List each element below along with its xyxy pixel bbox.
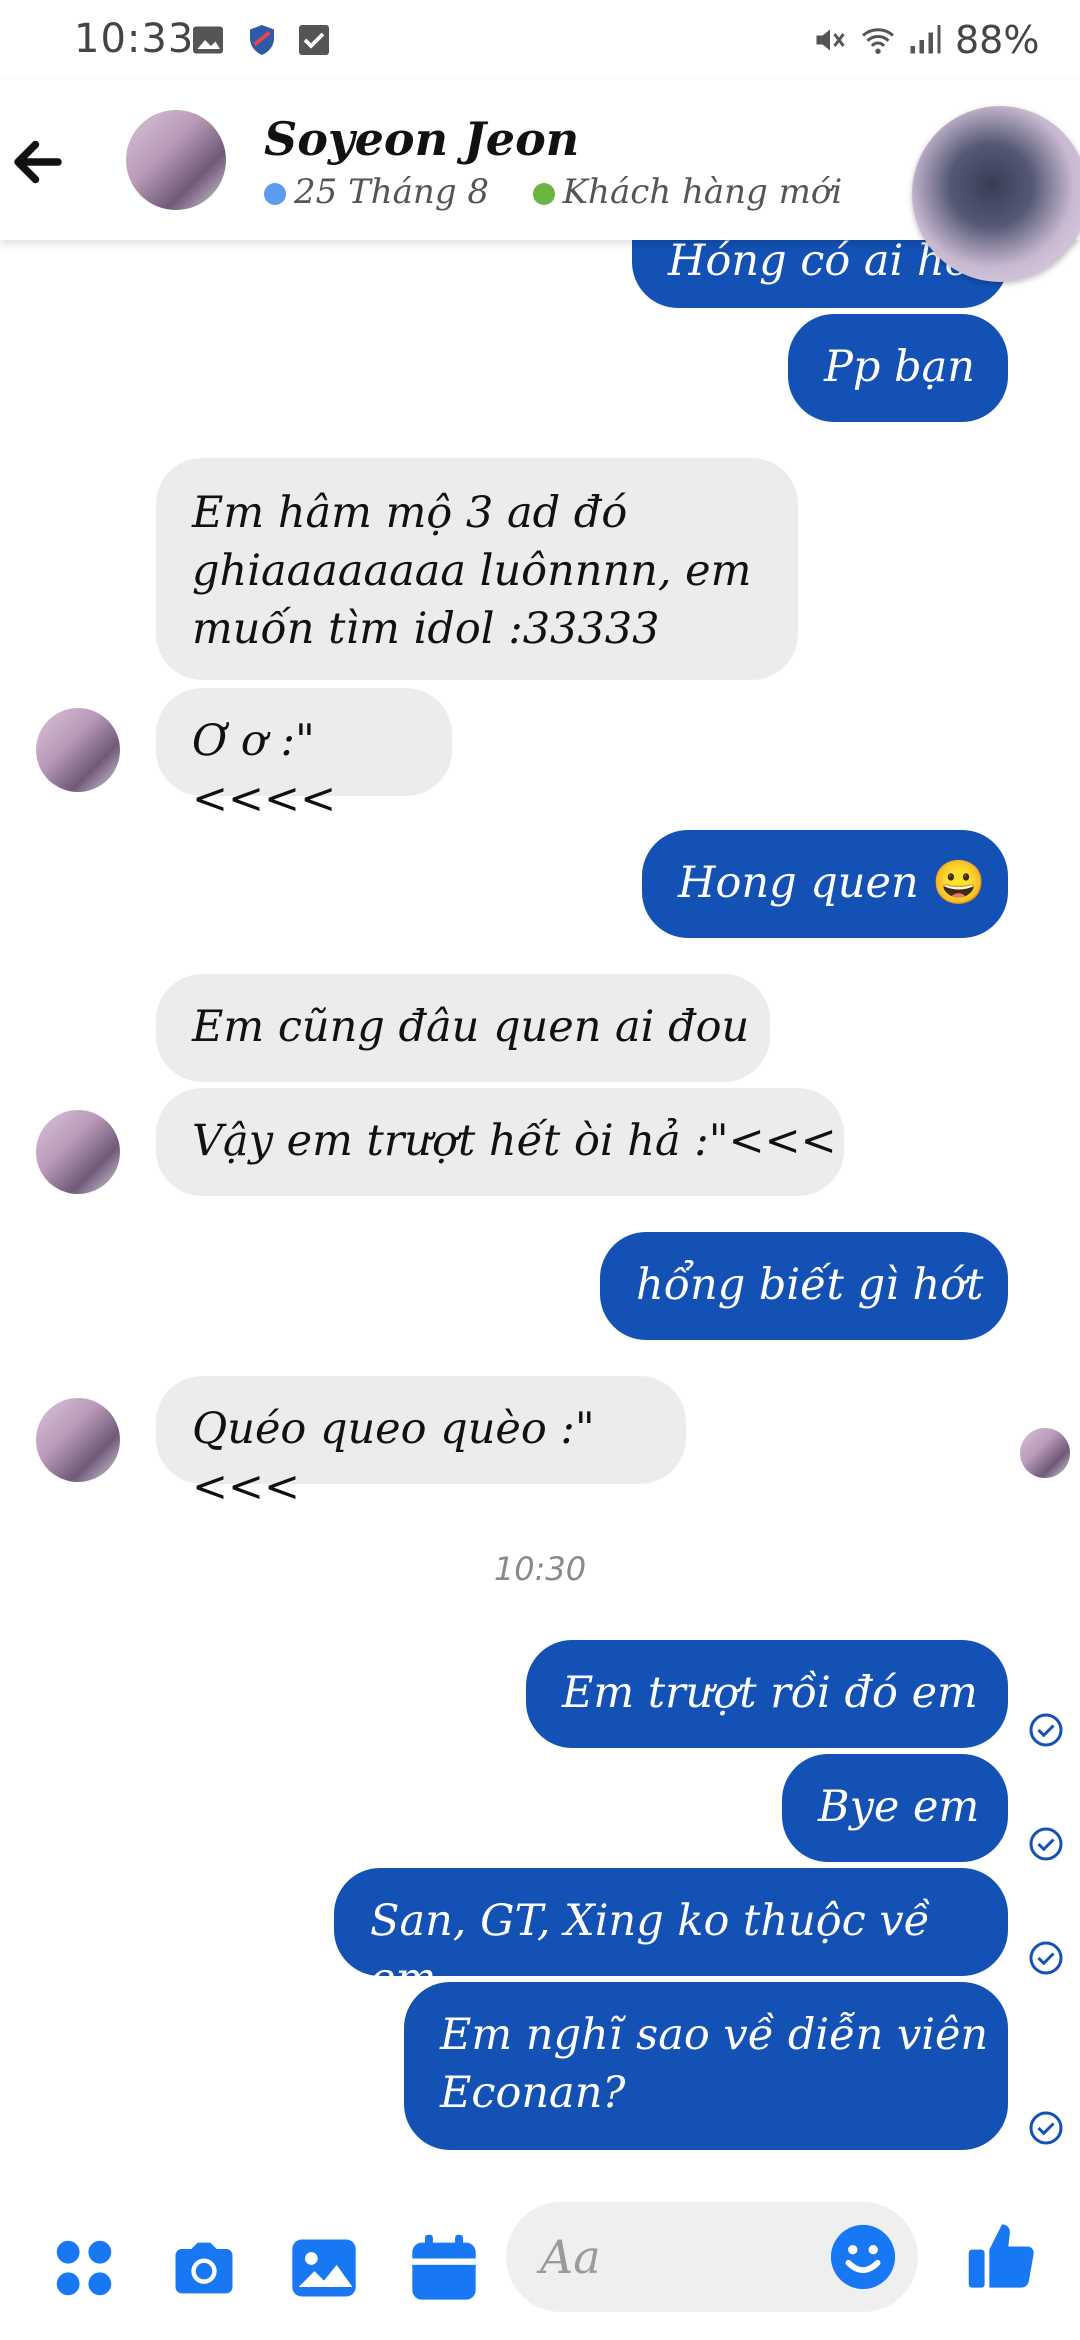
- delivered-check-icon: [1029, 1941, 1063, 1975]
- message-text: hổng biết gì hớt: [636, 1260, 984, 1310]
- message-text: Vậy em trượt hết òi hả :"<<<: [192, 1116, 837, 1166]
- message-text: Em cũng đâu quen ai đou: [192, 1002, 750, 1052]
- wifi-icon: [862, 28, 894, 54]
- contact-name[interactable]: Soyeon Jeon: [264, 112, 579, 166]
- smiley-emoji: 😀: [932, 858, 986, 908]
- message-bubble-outgoing[interactable]: Em nghĩ sao về diễn viên Econan?: [404, 1982, 1008, 2150]
- message-text: Em trượt rồi đó em: [562, 1668, 978, 1718]
- apps-menu-icon[interactable]: [46, 2230, 122, 2306]
- timestamp-separator: 10:30: [493, 1550, 587, 1588]
- contact-meta: 25 Tháng 8 Khách hàng mới: [264, 172, 842, 212]
- calendar-icon[interactable]: [406, 2230, 482, 2306]
- status-bar: 10:33 88%: [0, 0, 1080, 80]
- message-bubble-incoming[interactable]: Vậy em trượt hết òi hả :"<<<: [156, 1088, 844, 1196]
- delivered-check-icon: [1029, 2111, 1063, 2145]
- message-text: Ơ ơ :"<<<<: [192, 716, 337, 824]
- message-text-line: Econan?: [440, 2068, 626, 2118]
- message-bubble-incoming[interactable]: Em cũng đâu quen ai đou: [156, 974, 770, 1082]
- seen-avatar: [1020, 1428, 1070, 1478]
- message-text: Hong quen: [678, 858, 919, 908]
- battery-level: 88%: [955, 18, 1040, 62]
- message-bubble-outgoing[interactable]: Pp bạn: [788, 314, 1008, 422]
- sender-avatar[interactable]: [36, 1398, 120, 1482]
- status-time: 10:33: [74, 16, 195, 62]
- message-text: Pp bạn: [824, 342, 975, 392]
- signal-icon: [910, 25, 941, 54]
- chat-head-bubble[interactable]: [912, 106, 1080, 282]
- message-bubble-outgoing[interactable]: hổng biết gì hớt: [600, 1232, 1008, 1340]
- tag-dot-icon: [532, 183, 555, 205]
- message-text-line: ghiaaaaaaaa luônnnn, em: [192, 546, 752, 596]
- message-text: Quéo queo quèo :"<<<: [192, 1404, 595, 1512]
- message-text-line: Em hâm mộ 3 ad đó: [192, 488, 628, 538]
- gallery-icon: [193, 26, 223, 54]
- message-bubble-incoming[interactable]: Ơ ơ :"<<<<: [156, 688, 452, 824]
- camera-icon[interactable]: [166, 2230, 242, 2306]
- sender-avatar[interactable]: [36, 1110, 120, 1194]
- date-dot-icon: [264, 183, 286, 205]
- message-input-placeholder: Aa: [540, 2230, 601, 2284]
- customer-tag-label: Khách hàng mới: [562, 172, 843, 212]
- message-bubble-outgoing[interactable]: Bye em: [782, 1754, 1008, 1862]
- delivered-check-icon: [1029, 1827, 1063, 1861]
- message-bubble-incoming[interactable]: Quéo queo quèo :"<<<: [156, 1376, 686, 1512]
- message-bubble-outgoing[interactable]: Em trượt rồi đó em: [526, 1640, 1008, 1748]
- mute-icon: [816, 29, 845, 51]
- message-text: Hóng có ai hơ: [668, 236, 971, 286]
- sender-avatar[interactable]: [36, 708, 120, 792]
- message-text: Bye em: [818, 1782, 980, 1832]
- back-arrow-icon[interactable]: [8, 132, 68, 192]
- message-bubble-outgoing[interactable]: San, GT, Xing ko thuộc về em: [334, 1868, 1008, 2004]
- message-text-line: Em nghĩ sao về diễn viên: [440, 2010, 989, 2060]
- message-bubble-incoming[interactable]: Em hâm mộ 3 ad đó ghiaaaaaaaa luônnnn, e…: [156, 458, 798, 680]
- delivered-check-icon: [1029, 1713, 1063, 1747]
- emoji-icon[interactable]: [828, 2222, 898, 2292]
- message-bubble-outgoing[interactable]: Hong quen 😀: [642, 830, 1008, 938]
- message-text-line: muốn tìm idol :33333: [192, 604, 660, 654]
- date-label: 25 Tháng 8: [294, 172, 490, 212]
- gallery-icon[interactable]: [286, 2230, 362, 2306]
- contact-avatar[interactable]: [126, 110, 226, 210]
- check-box-icon: [299, 25, 329, 55]
- thumbs-up-icon[interactable]: [964, 2218, 1040, 2294]
- shield-icon: [250, 25, 274, 55]
